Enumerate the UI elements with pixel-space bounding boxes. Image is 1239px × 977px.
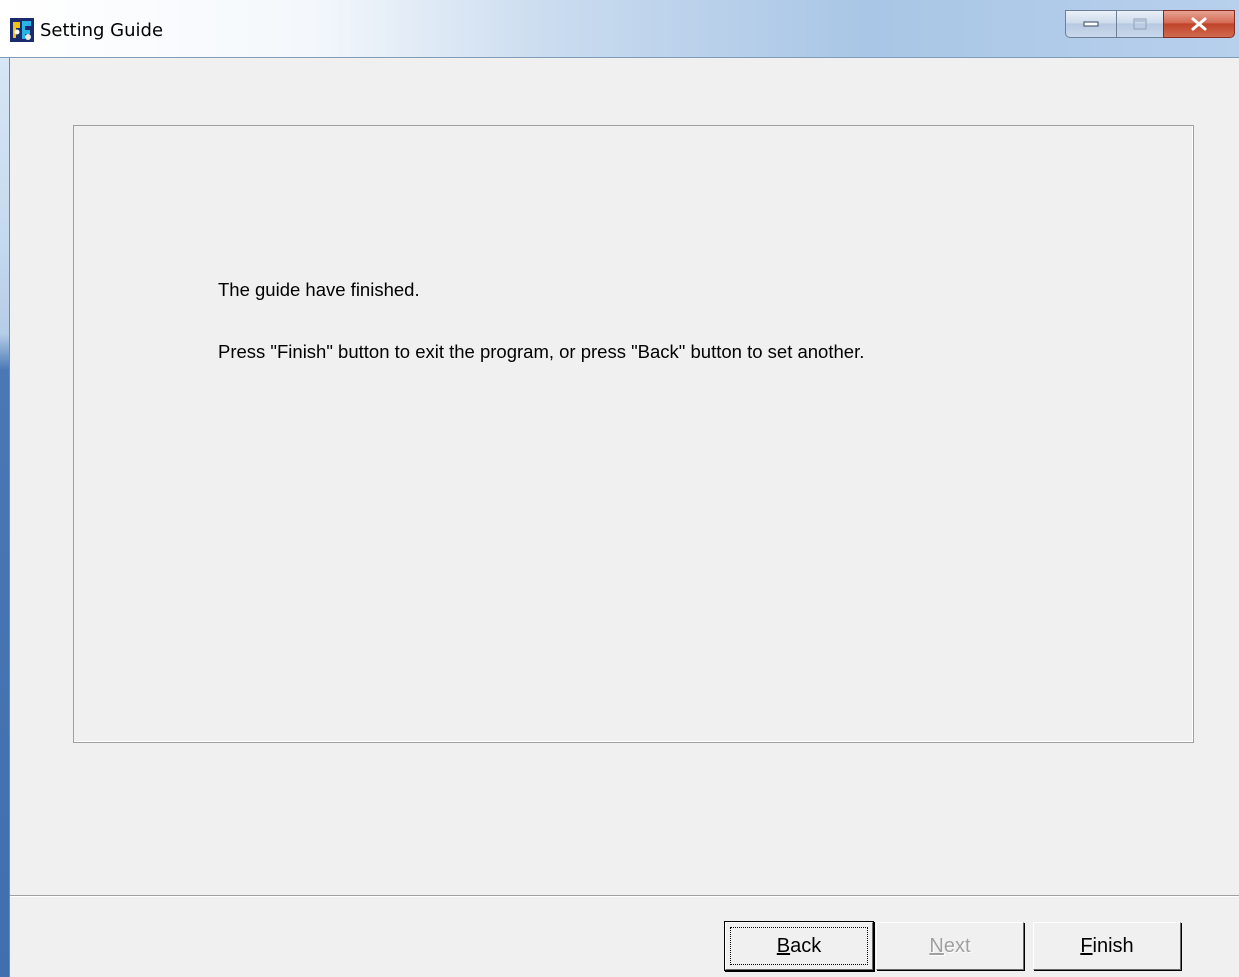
instruction-message: Press "Finish" button to exit the progra… — [218, 341, 865, 362]
finish-button-label: Finish — [1080, 935, 1134, 957]
content-panel: The guide have finished. Press "Finish" … — [73, 125, 1194, 743]
window-title: Setting Guide — [40, 20, 164, 41]
minimize-icon — [1083, 21, 1099, 27]
caption-buttons — [1065, 10, 1235, 39]
title-bar[interactable]: Setting Guide — [0, 0, 1239, 58]
setting-guide-window: Setting Guide The guide have finished. P… — [0, 0, 1239, 977]
next-button[interactable]: Next — [876, 922, 1024, 970]
window-left-border — [0, 58, 10, 977]
close-icon — [1191, 17, 1207, 31]
focus-rectangle — [730, 927, 868, 965]
minimize-button[interactable] — [1065, 10, 1117, 38]
next-button-label: Next — [929, 935, 971, 957]
finished-message: The guide have finished. — [218, 279, 420, 300]
button-separator — [10, 895, 1239, 897]
maximize-icon — [1133, 18, 1147, 30]
app-icon[interactable] — [10, 18, 34, 42]
finish-button[interactable]: Finish — [1033, 922, 1181, 970]
maximize-button[interactable] — [1116, 10, 1164, 38]
back-button[interactable]: Back — [725, 922, 873, 970]
close-button[interactable] — [1163, 10, 1235, 38]
